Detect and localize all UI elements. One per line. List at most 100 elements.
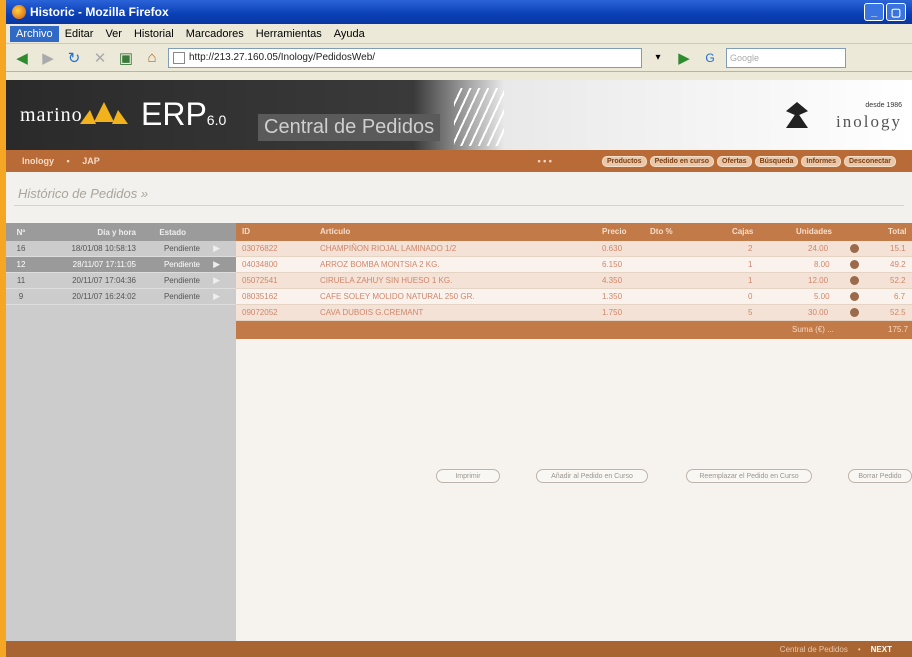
table-row[interactable]: 08035162 CAFE SOLEY MOLIDO NATURAL 250 G… [236,289,912,305]
cell-boxes: 2 [748,244,753,253]
add-to-order-button[interactable]: Añadir al Pedido en Curso [536,469,648,483]
col-boxes: Cajas [732,227,754,236]
cell-id: 08035162 [242,292,278,301]
arrow-icon: ▶ [213,291,220,301]
order-num: 11 [16,276,26,285]
page-icon [173,51,185,64]
menu-ayuda[interactable]: Ayuda [328,26,371,42]
col-article: Artículo [320,227,351,236]
detail-header: ID Artículo Precio Dto % Cajas Unidades … [236,223,912,241]
cell-article: CAFE SOLEY MOLIDO NATURAL 250 GR. [320,292,475,301]
cell-price: 1.350 [602,292,623,301]
google-icon[interactable]: G [700,48,720,68]
stop-icon[interactable]: ✕ [90,48,110,68]
cell-article: CHAMPIÑON RIOJAL LAMINADO 1/2 [320,244,457,253]
order-num: 12 [16,260,26,269]
crumb-inology[interactable]: Inology [22,156,54,166]
page-title: Histórico de Pedidos » [14,186,904,206]
menu-ver[interactable]: Ver [99,26,128,42]
forward-icon[interactable]: ▶ [38,48,58,68]
cell-id: 03076822 [242,244,278,253]
order-status: Pendiente [163,260,200,269]
delete-order-button[interactable]: Borrar Pedido [848,469,912,483]
col-total: Total [888,227,907,236]
cell-units: 8.00 [814,260,830,269]
dropdown-icon[interactable]: ▾ [648,48,668,68]
print-button[interactable]: Imprimir [436,469,500,483]
order-row[interactable]: 9 20/11/07 16:24:02 Pendiente ▶ [6,289,236,305]
order-row[interactable]: 16 18/01/08 10:58:13 Pendiente ▶ [6,241,236,257]
back-icon[interactable]: ◀ [12,48,32,68]
info-icon[interactable] [850,260,859,269]
total-label: Suma (€) ... [792,325,834,334]
order-date: 20/11/07 16:24:02 [72,292,136,301]
arrow-icon: ▶ [213,243,220,253]
col-status: Estado [159,227,186,237]
cell-article: ARROZ BOMBA MONTSIA 2 KG. [320,260,440,269]
search-input[interactable]: Google [726,47,846,68]
menu-editar[interactable]: Editar [59,26,100,42]
cell-boxes: 5 [748,308,753,317]
home-icon[interactable]: ⌂ [142,48,162,68]
tab-busqueda[interactable]: Búsqueda [754,155,799,167]
tab-ofertas[interactable]: Ofertas [717,155,752,167]
cell-article: CIRUELA ZAHUY SIN HUESO 1 KG. [320,276,453,285]
menu-marcadores[interactable]: Marcadores [180,26,250,42]
cell-id: 09072052 [242,308,278,317]
footer-brand: NEXT [870,644,892,654]
url-input[interactable]: http://213.27.160.05/Inology/PedidosWeb/ [168,47,642,68]
cell-total: 6.7 [894,292,906,301]
cell-total: 49.2 [890,260,906,269]
replace-order-button[interactable]: Reemplazar el Pedido en Curso [686,469,812,483]
cell-id: 05072541 [242,276,278,285]
cell-total: 52.2 [890,276,906,285]
info-icon[interactable] [850,292,859,301]
tab-pedido-en-curso[interactable]: Pedido en curso [649,155,715,167]
cell-units: 12.00 [808,276,829,285]
cell-boxes: 0 [748,292,753,301]
breadcrumb: Inology • JAP [22,156,537,166]
table-row[interactable]: 09072052 CAVA DUBOIS G.CREMANT 1.750 5 3… [236,305,912,321]
info-icon[interactable] [850,308,859,317]
cell-price: 6.150 [602,260,623,269]
inology-logo: inology [836,112,902,131]
menu-archivo[interactable]: Archivo [10,25,59,42]
col-price: Precio [602,227,627,236]
info-icon[interactable] [850,244,859,253]
cell-price: 4.350 [602,276,623,285]
footer-sep: • [857,644,861,654]
total-value: 175.7 [888,325,909,334]
order-date: 28/11/07 17:11:05 [72,260,136,269]
info-icon[interactable] [850,276,859,285]
order-row[interactable]: 11 20/11/07 17:04:36 Pendiente ▶ [6,273,236,289]
maximize-button[interactable]: ▢ [886,3,906,21]
title-bar: Historic - Mozilla Firefox _ ▢ [6,0,912,24]
col-units: Unidades [796,227,833,236]
cell-boxes: 1 [748,260,753,269]
menu-herramientas[interactable]: Herramientas [250,26,328,42]
sun-logo-icon [80,102,128,124]
order-num: 9 [18,292,24,301]
tab-productos[interactable]: Productos [601,155,647,167]
orders-list: Nº Día y hora Estado 16 18/01/08 10:58:1… [6,223,236,641]
order-status: Pendiente [163,276,200,285]
order-status: Pendiente [163,244,200,253]
footer: Central de Pedidos • NEXT [6,641,912,657]
order-num: 16 [16,244,26,253]
table-row[interactable]: 03076822 CHAMPIÑON RIOJAL LAMINADO 1/2 0… [236,241,912,257]
go-icon[interactable]: ▶ [674,48,694,68]
tab-desconectar[interactable]: Desconectar [843,155,896,167]
erp-version: 6.0 [206,112,227,128]
order-row[interactable]: 12 28/11/07 17:11:05 Pendiente ▶ [6,257,236,273]
minimize-button[interactable]: _ [864,3,884,21]
footer-label: Central de Pedidos [779,644,848,654]
tab-informes[interactable]: Informes [801,155,841,167]
table-row[interactable]: 04034800 ARROZ BOMBA MONTSIA 2 KG. 6.150… [236,257,912,273]
menu-historial[interactable]: Historial [128,26,180,42]
cell-price: 1.750 [602,308,623,317]
nav-dots: • • • [537,156,552,166]
reload-icon[interactable]: ↻ [64,48,84,68]
bookmark-icon[interactable]: ▣ [116,48,136,68]
crumb-jap[interactable]: JAP [82,156,100,166]
table-row[interactable]: 05072541 CIRUELA ZAHUY SIN HUESO 1 KG. 4… [236,273,912,289]
